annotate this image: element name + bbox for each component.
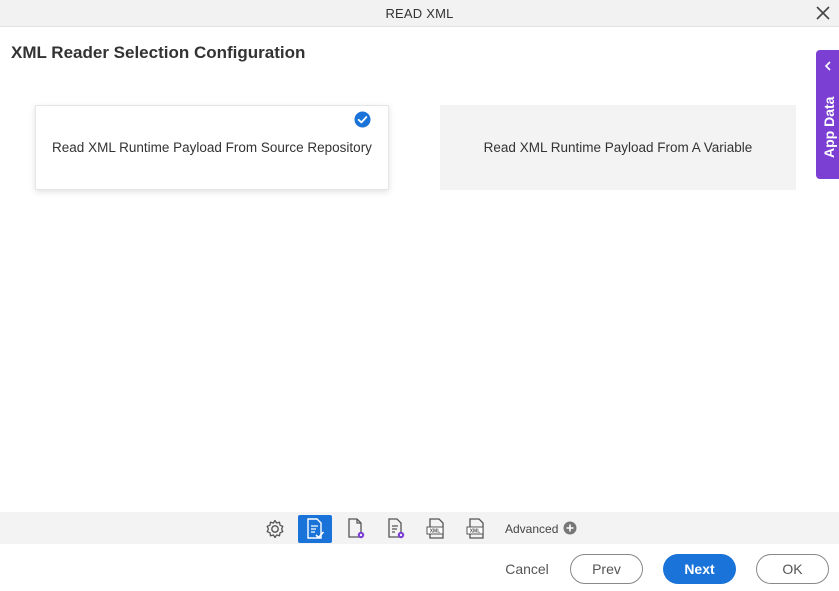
option-label: Read XML Runtime Payload From A Variable <box>483 140 753 155</box>
app-data-tab[interactable]: App Data <box>816 50 839 179</box>
advanced-link[interactable]: Advanced <box>505 522 558 536</box>
xml-file-icon[interactable]: XML <box>419 515 453 543</box>
page-title: XML Reader Selection Configuration <box>11 43 306 62</box>
xml-file-alt-icon[interactable]: XML <box>459 515 493 543</box>
bottom-toolbar: XML XML Advanced <box>0 512 839 544</box>
cancel-button[interactable]: Cancel <box>498 554 556 584</box>
option-card-variable[interactable]: Read XML Runtime Payload From A Variable <box>440 105 796 190</box>
footer: Cancel Prev Next OK <box>0 544 839 591</box>
plus-circle-icon[interactable] <box>563 521 577 535</box>
ok-button[interactable]: OK <box>756 554 829 584</box>
option-card-source-repository[interactable]: Read XML Runtime Payload From Source Rep… <box>35 105 389 190</box>
check-circle-icon <box>354 111 371 128</box>
close-icon[interactable] <box>815 5 831 21</box>
app-data-label: App Data <box>821 96 837 158</box>
prev-button[interactable]: Prev <box>570 554 643 584</box>
svg-text:XML: XML <box>470 529 481 535</box>
gear-icon[interactable] <box>258 515 292 543</box>
window-title: READ XML <box>385 6 454 21</box>
document-settings-icon[interactable] <box>339 515 373 543</box>
document-check-icon[interactable] <box>298 515 332 543</box>
svg-text:XML: XML <box>430 529 441 535</box>
next-button[interactable]: Next <box>663 554 736 584</box>
document-list-settings-icon[interactable] <box>379 515 413 543</box>
title-bar: READ XML <box>0 0 839 27</box>
option-label: Read XML Runtime Payload From Source Rep… <box>52 140 372 155</box>
